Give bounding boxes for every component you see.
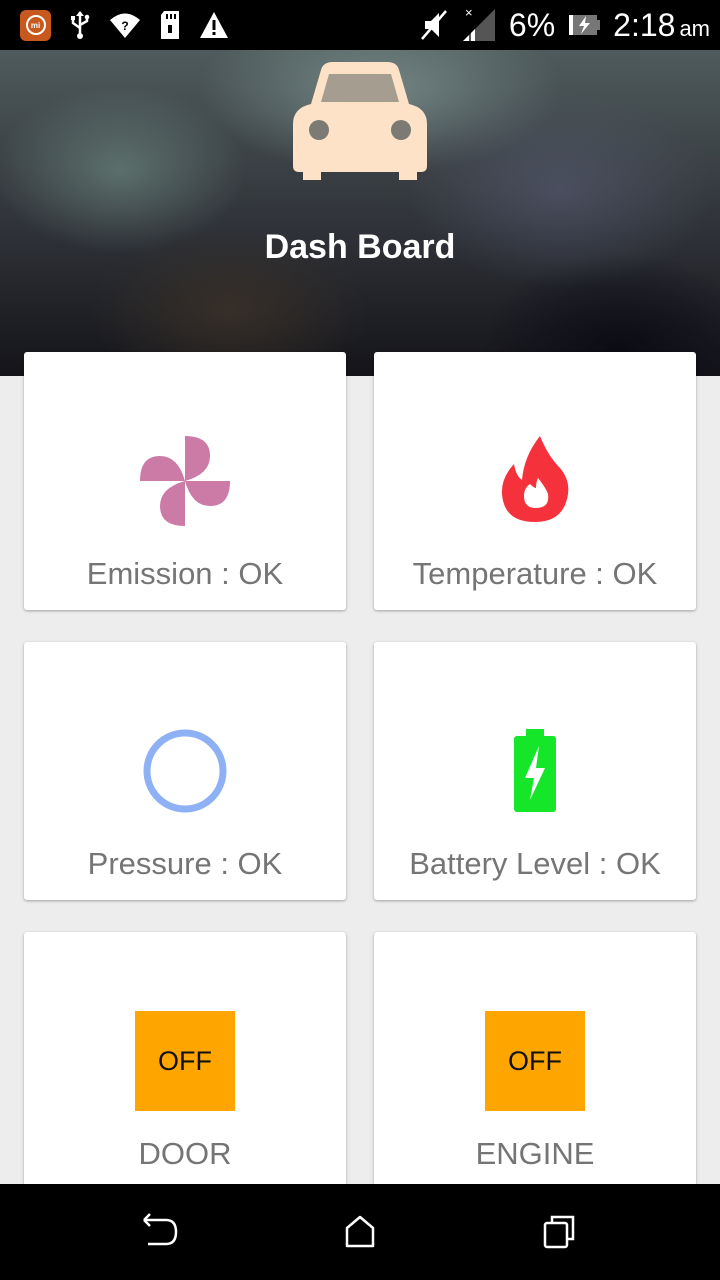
usb-icon [71, 11, 90, 39]
door-card: OFF DOOR [24, 932, 346, 1190]
door-label: DOOR [138, 1136, 232, 1171]
muted-icon [420, 10, 447, 40]
battery-charging-status-icon [569, 15, 601, 35]
temperature-label: Temperature : OK [412, 556, 658, 591]
recent-apps-icon[interactable] [540, 1212, 580, 1252]
circle-gauge-icon [143, 729, 227, 813]
flame-icon [501, 436, 569, 522]
engine-label: ENGINE [475, 1136, 595, 1171]
sd-card-icon [161, 11, 179, 39]
clock-suffix: am [679, 15, 710, 41]
page-title: Dash Board [264, 228, 456, 266]
battery-level-label: Battery Level : OK [409, 846, 661, 881]
svg-text:×: × [465, 7, 473, 20]
clock: 2:18 am [613, 7, 710, 44]
pressure-label: Pressure : OK [87, 846, 283, 881]
mi-app-icon: mi [20, 9, 51, 41]
status-bar-notifications: mi ? [20, 8, 229, 42]
clock-time: 2:18 [613, 6, 676, 43]
battery-level-card[interactable]: Battery Level : OK [374, 642, 696, 900]
status-bar-system: × 6% 2:18 am [419, 4, 710, 46]
navigation-bar [0, 1184, 720, 1280]
svg-text:?: ? [121, 19, 128, 33]
signal-icon: × [462, 7, 495, 41]
car-icon [293, 62, 427, 180]
emission-label: Emission : OK [86, 556, 284, 591]
fan-icon [140, 436, 230, 526]
home-icon[interactable] [340, 1212, 380, 1252]
wifi-unknown-icon: ? [110, 13, 140, 38]
back-icon[interactable] [140, 1212, 180, 1252]
battery-percent: 6% [508, 6, 556, 43]
emission-card[interactable]: Emission : OK [24, 352, 346, 610]
dashboard-header: Dash Board [0, 50, 720, 376]
temperature-card[interactable]: Temperature : OK [374, 352, 696, 610]
engine-toggle-button[interactable]: OFF [485, 1011, 585, 1111]
door-toggle-button[interactable]: OFF [135, 1011, 235, 1111]
pressure-card[interactable]: Pressure : OK [24, 642, 346, 900]
status-bar: mi ? × 6% 2:18 am [0, 0, 720, 50]
battery-charging-icon [514, 729, 556, 812]
warning-icon [200, 12, 228, 38]
engine-card: OFF ENGINE [374, 932, 696, 1190]
